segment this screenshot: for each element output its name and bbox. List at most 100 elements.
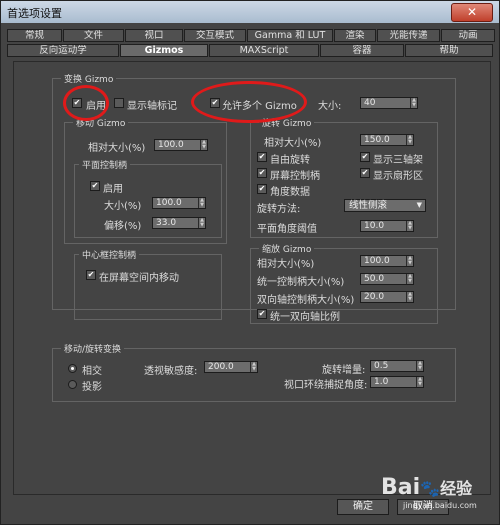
plane-handles-caption: 平面控制柄: [79, 158, 131, 171]
free-rotate-checkbox[interactable]: ✔: [257, 152, 267, 162]
angle-data-checkbox[interactable]: ✔: [257, 184, 267, 194]
chevron-down-icon: ▼: [416, 201, 422, 209]
spinner-arrows-icon[interactable]: ▲ ▼: [406, 274, 413, 284]
sensitivity-spinner[interactable]: 200.0 ▲ ▼: [204, 361, 258, 373]
show-3axis-label: 显示三轴架: [373, 155, 423, 166]
projection-radio[interactable]: [68, 380, 77, 389]
angle-data-label: 角度数据: [270, 187, 310, 198]
rotate-method-value: 线性侧滚: [349, 200, 388, 211]
center-box-caption: 中心框控制柄: [79, 248, 140, 261]
preferences-window: 首选项设置 ✕ 常规 文件 视口 交互模式 Gamma 和 LUT 渲染 光能传…: [0, 0, 500, 525]
tab-files[interactable]: 文件: [63, 29, 124, 42]
rotate-method-dropdown[interactable]: 线性侧滚 ▼: [344, 199, 426, 212]
tab-radiosity[interactable]: 光能传递: [377, 29, 440, 42]
rotate-increment-spinner[interactable]: 0.5 ▲ ▼: [370, 360, 424, 372]
scale-relative-size-label: 相对大小(%): [257, 259, 315, 270]
rotate-increment-label: 旋转增量:: [322, 365, 366, 376]
dual-size-spinner[interactable]: 20.0 ▲ ▼: [360, 291, 414, 303]
title-bar: 首选项设置 ✕: [1, 1, 499, 23]
uniform-dual-label: 统一双向轴比例: [270, 312, 340, 323]
plane-offset-spinner[interactable]: 33.0 ▲ ▼: [152, 217, 206, 229]
relative-label: 相交: [82, 366, 102, 377]
size-label: 大小:: [318, 101, 342, 112]
uniform-size-spinner[interactable]: 50.0 ▲ ▼: [360, 273, 414, 285]
watermark-logo: Bai🐾经验: [381, 475, 472, 500]
plane-size-spinner[interactable]: 100.0 ▲ ▼: [152, 197, 206, 209]
transform-gizmo-caption: 变换 Gizmo: [61, 72, 117, 85]
rotate-relative-size-value: 150.0: [364, 135, 390, 145]
spinner-arrows-icon[interactable]: ▲ ▼: [410, 98, 417, 108]
scale-relative-size-spinner[interactable]: 100.0 ▲ ▼: [360, 255, 414, 267]
plane-threshold-label: 平面角度阈值: [257, 224, 317, 235]
scale-relative-size-value: 100.0: [364, 256, 390, 266]
sensitivity-value: 200.0: [208, 362, 234, 372]
close-icon: ✕: [466, 5, 478, 19]
relative-radio[interactable]: [68, 364, 77, 373]
rotate-method-label: 旋转方法:: [257, 204, 301, 215]
tab-maxscript[interactable]: MAXScript: [209, 44, 319, 57]
watermark-brand: Bai: [381, 475, 421, 500]
spinner-arrows-icon[interactable]: ▲ ▼: [416, 377, 423, 387]
rotate-relative-size-spinner[interactable]: 150.0 ▲ ▼: [360, 134, 414, 146]
spinner-arrows-icon[interactable]: ▲ ▼: [250, 362, 257, 372]
projection-label: 投影: [82, 382, 102, 393]
plane-threshold-spinner[interactable]: 10.0 ▲ ▼: [360, 220, 414, 232]
move-relative-size-value: 100.0: [158, 140, 184, 150]
snap-angle-label: 视口环绕捕捉角度:: [284, 380, 368, 391]
uniform-size-label: 统一控制柄大小(%): [257, 277, 345, 288]
screen-handle-checkbox[interactable]: ✔: [257, 168, 267, 178]
plane-size-value: 100.0: [156, 198, 182, 208]
snap-angle-spinner[interactable]: 1.0 ▲ ▼: [370, 376, 424, 388]
sensitivity-label: 透视敏感度:: [144, 366, 198, 377]
snap-angle-value: 1.0: [374, 377, 389, 387]
spinner-arrows-icon[interactable]: ▲ ▼: [416, 361, 423, 371]
screen-move-checkbox[interactable]: ✔: [86, 270, 96, 280]
spinner-arrows-icon[interactable]: ▲ ▼: [406, 221, 413, 231]
move-relative-size-spinner[interactable]: 100.0 ▲ ▼: [154, 139, 208, 151]
show-axis-checkbox[interactable]: [114, 98, 124, 108]
move-rotate-caption: 移动/旋转变换: [61, 342, 125, 355]
spinner-arrows-icon[interactable]: ▲ ▼: [198, 198, 205, 208]
plane-offset-value: 33.0: [156, 218, 177, 228]
plane-offset-label: 偏移(%): [104, 221, 142, 232]
show-3axis-checkbox[interactable]: ✔: [360, 152, 370, 162]
spinner-arrows-icon[interactable]: ▲ ▼: [406, 256, 413, 266]
move-relative-size-label: 相对大小(%): [88, 143, 146, 154]
plane-size-label: 大小(%): [104, 201, 142, 212]
gizmo-size-value: 40: [364, 98, 376, 108]
tab-ik[interactable]: 反向运动学: [7, 44, 119, 57]
tab-rendering[interactable]: 渲染: [334, 29, 376, 42]
free-rotate-label: 自由旋转: [270, 155, 310, 166]
close-button[interactable]: ✕: [451, 3, 493, 22]
gizmos-panel: 变换 Gizmo ✔ 启用 显示轴标记 ✔ 允许多个 Gizmo 大小: 40 ▲…: [13, 61, 491, 495]
show-sector-checkbox[interactable]: ✔: [360, 168, 370, 178]
spinner-arrows-icon[interactable]: ▲ ▼: [406, 135, 413, 145]
tab-help[interactable]: 帮助: [405, 44, 493, 57]
dual-size-label: 双向轴控制柄大小(%): [257, 295, 355, 306]
tab-gamma-lut[interactable]: Gamma 和 LUT: [247, 29, 333, 42]
tab-interaction[interactable]: 交互模式: [184, 29, 246, 42]
show-sector-label: 显示扇形区: [373, 171, 423, 182]
tab-general[interactable]: 常规: [7, 29, 62, 42]
screen-move-label: 在屏幕空间内移动: [99, 273, 179, 284]
tab-gizmos[interactable]: Gizmos: [120, 44, 208, 57]
tab-viewports[interactable]: 视口: [125, 29, 183, 42]
paw-icon: 🐾: [420, 479, 441, 498]
move-rotate-group: 移动/旋转变换: [52, 342, 456, 402]
dual-size-value: 20.0: [364, 292, 385, 302]
center-box-group: 中心框控制柄: [74, 248, 222, 320]
spinner-arrows-icon[interactable]: ▲ ▼: [198, 218, 205, 228]
plane-enable-label: 启用: [103, 184, 123, 195]
tab-row-1: 常规 文件 视口 交互模式 Gamma 和 LUT 渲染 光能传递 动画: [7, 29, 496, 42]
spinner-arrows-icon[interactable]: ▲ ▼: [200, 140, 207, 150]
spinner-arrows-icon[interactable]: ▲ ▼: [406, 292, 413, 302]
tab-containers[interactable]: 容器: [320, 44, 404, 57]
uniform-dual-checkbox[interactable]: ✔: [257, 309, 267, 319]
watermark-url: jingyan.baidu.com: [403, 501, 477, 510]
rotate-relative-size-label: 相对大小(%): [264, 138, 322, 149]
rotate-increment-value: 0.5: [374, 361, 389, 371]
gizmo-size-spinner[interactable]: 40 ▲ ▼: [360, 97, 418, 109]
tab-animation[interactable]: 动画: [441, 29, 495, 42]
plane-enable-checkbox[interactable]: ✔: [90, 181, 100, 191]
ok-button[interactable]: 确定: [337, 499, 389, 515]
